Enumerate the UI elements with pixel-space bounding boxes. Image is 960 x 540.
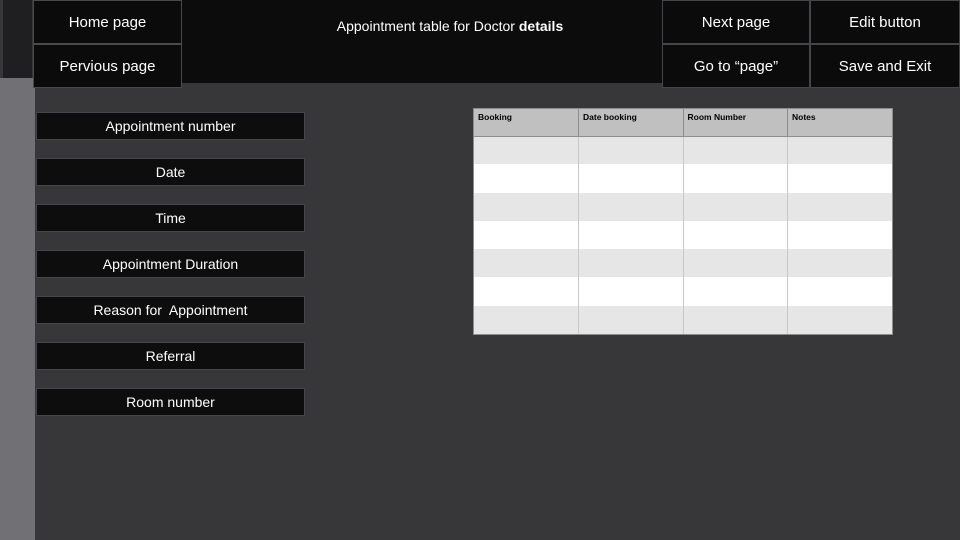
cell-room-number[interactable] <box>683 305 788 334</box>
home-page-button[interactable]: Home page <box>33 0 182 44</box>
column-header-notes[interactable]: Notes <box>787 109 892 137</box>
field-room-number[interactable]: Room number <box>36 388 305 416</box>
table-row[interactable] <box>474 220 892 250</box>
table-row[interactable] <box>474 136 892 165</box>
table-row[interactable] <box>474 305 892 334</box>
cell-booking[interactable] <box>474 192 579 221</box>
left-rail <box>0 78 35 540</box>
field-appointment-duration[interactable]: Appointment Duration <box>36 250 305 278</box>
go-to-page-button[interactable]: Go to “page” <box>662 44 810 88</box>
cell-date-booking[interactable] <box>578 305 684 334</box>
column-header-date-booking[interactable]: Date booking <box>578 109 684 137</box>
edit-button[interactable]: Edit button <box>810 0 960 44</box>
cell-room-number[interactable] <box>683 249 788 278</box>
cell-date-booking[interactable] <box>578 164 684 193</box>
cell-notes[interactable] <box>787 220 892 250</box>
table-header-row: Booking Date booking Room Number Notes <box>474 109 892 137</box>
field-date[interactable]: Date <box>36 158 305 186</box>
corner-block <box>3 0 32 78</box>
cell-booking[interactable] <box>474 305 579 334</box>
cell-room-number[interactable] <box>683 277 788 306</box>
cell-date-booking[interactable] <box>578 220 684 250</box>
table-row[interactable] <box>474 249 892 278</box>
field-referral[interactable]: Referral <box>36 342 305 370</box>
cell-notes[interactable] <box>787 192 892 221</box>
table-row[interactable] <box>474 192 892 221</box>
cell-room-number[interactable] <box>683 136 788 165</box>
action-button-grid: Next page Edit button Go to “page” Save … <box>662 0 960 88</box>
field-appointment-number[interactable]: Appointment number <box>36 112 305 140</box>
cell-room-number[interactable] <box>683 192 788 221</box>
cell-notes[interactable] <box>787 164 892 193</box>
table-row[interactable] <box>474 277 892 306</box>
cell-date-booking[interactable] <box>578 277 684 306</box>
cell-notes[interactable] <box>787 249 892 278</box>
appointment-table: Booking Date booking Room Number Notes <box>474 109 892 334</box>
field-button-list: Appointment number Date Time Appointment… <box>36 112 305 434</box>
cell-booking[interactable] <box>474 164 579 193</box>
cell-notes[interactable] <box>787 136 892 165</box>
cell-room-number[interactable] <box>683 164 788 193</box>
next-page-button[interactable]: Next page <box>662 0 810 44</box>
field-reason-for-appointment[interactable]: Reason for Appointment <box>36 296 305 324</box>
cell-date-booking[interactable] <box>578 249 684 278</box>
cell-date-booking[interactable] <box>578 136 684 165</box>
cell-booking[interactable] <box>474 136 579 165</box>
cell-date-booking[interactable] <box>578 192 684 221</box>
cell-booking[interactable] <box>474 220 579 250</box>
appointment-table-container: Booking Date booking Room Number Notes <box>473 108 893 335</box>
previous-page-button[interactable]: Pervious page <box>33 44 182 88</box>
table-row[interactable] <box>474 164 892 193</box>
table-body <box>474 136 892 334</box>
page-title: Appointment table for Doctor details <box>250 18 650 34</box>
save-and-exit-button[interactable]: Save and Exit <box>810 44 960 88</box>
app-window: Appointment table for Doctor details Hom… <box>0 0 960 540</box>
cell-booking[interactable] <box>474 249 579 278</box>
table-head: Booking Date booking Room Number Notes <box>474 109 892 137</box>
cell-notes[interactable] <box>787 305 892 334</box>
page-title-prefix: Appointment table for Doctor <box>336 18 519 34</box>
page-title-emphasis: details <box>518 18 564 34</box>
cell-room-number[interactable] <box>683 220 788 250</box>
cell-booking[interactable] <box>474 277 579 306</box>
cell-notes[interactable] <box>787 277 892 306</box>
nav-block: Home page Pervious page <box>33 0 182 88</box>
column-header-booking[interactable]: Booking <box>474 109 579 137</box>
column-header-room-number[interactable]: Room Number <box>683 109 788 137</box>
field-time[interactable]: Time <box>36 204 305 232</box>
